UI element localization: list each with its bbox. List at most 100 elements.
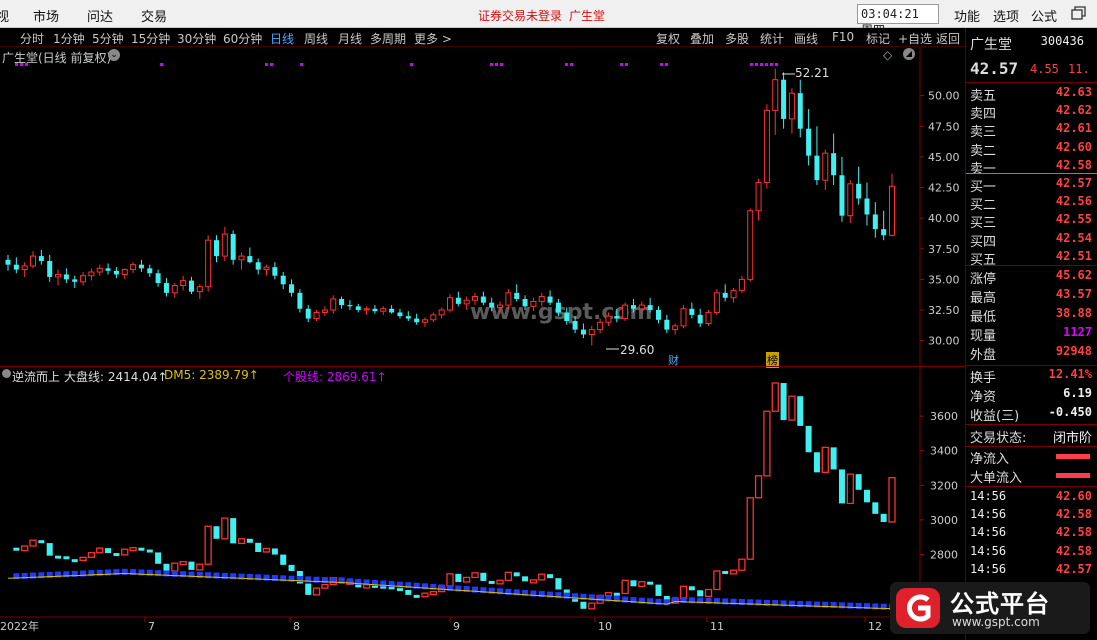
indicator-tick-label: 3400: [930, 445, 958, 458]
price-tick-label: 35.00: [928, 273, 960, 286]
indicator-bar: [547, 574, 554, 579]
menu-item-market[interactable]: 市场: [33, 6, 59, 25]
action-mark[interactable]: 标记: [866, 30, 890, 47]
indicator-bar: [604, 592, 613, 597]
candle-body: [881, 229, 887, 236]
action-f10[interactable]: F10: [832, 30, 854, 44]
order-book-value: 42.60: [1055, 139, 1092, 154]
indicator-line3: 个股线: 2869.61↑: [283, 370, 387, 384]
period-tab-daily[interactable]: 日线: [270, 30, 294, 47]
menu-item-wenda[interactable]: 问达: [87, 6, 113, 25]
signal-dot: [765, 63, 768, 66]
indicator-settings-icon[interactable]: [2, 369, 11, 378]
chevron-down-icon[interactable]: ⌄: [108, 49, 120, 61]
order-book-value: 42.55: [1055, 212, 1092, 227]
order-book-value: 42.63: [1055, 85, 1092, 99]
period-tab-multi[interactable]: 多周期: [370, 30, 406, 47]
high-price-marker: 52.21: [795, 66, 830, 80]
order-book-value: 42.62: [1055, 103, 1092, 118]
indicator-bar: [155, 552, 162, 564]
period-tab-30min[interactable]: 30分钟: [177, 30, 216, 47]
period-tab-60min[interactable]: 60分钟: [223, 30, 262, 47]
indicator-tick-label: 3200: [930, 479, 958, 492]
action-add-watchlist[interactable]: +自选: [898, 30, 932, 47]
action-multi-stock[interactable]: 多股: [725, 30, 749, 47]
indicator-bar: [312, 587, 321, 596]
candle-body: [38, 256, 44, 261]
signal-dot: [750, 63, 753, 66]
signal-dot: [490, 63, 493, 66]
tick-value: 42.58: [1055, 525, 1092, 540]
candle-body: [339, 298, 345, 306]
candle-body: [522, 298, 528, 307]
order-book-value: 42.61: [1055, 121, 1092, 136]
candle-body: [88, 271, 95, 277]
indicator-bar: [555, 578, 562, 590]
indicator-bar: [113, 553, 120, 557]
candle-body: [430, 314, 437, 321]
action-stats[interactable]: 统计: [760, 30, 784, 47]
action-overlay[interactable]: 叠加: [690, 30, 714, 47]
action-fuquan[interactable]: 复权: [656, 30, 680, 47]
period-tab-15min[interactable]: 15分钟: [131, 30, 170, 47]
price-tick-label: 45.00: [928, 151, 960, 164]
indicator-bar: [29, 539, 37, 547]
quote-stat-label: 最低: [970, 310, 997, 325]
net-inflow-bar: [1056, 454, 1090, 459]
candle-body: [47, 261, 53, 277]
quote-stat2-value: -0.450: [1048, 405, 1092, 419]
period-tab-5min[interactable]: 5分钟: [92, 30, 124, 47]
period-tab-more[interactable]: 更多 >: [414, 30, 452, 47]
period-tab-monthly[interactable]: 月线: [338, 30, 362, 47]
restore-window-icon[interactable]: [1068, 4, 1094, 24]
candle-body: [30, 255, 37, 267]
menu-item-options[interactable]: 选项: [993, 6, 1019, 25]
indicator-bar: [179, 560, 187, 566]
period-tab-1min[interactable]: 1分钟: [53, 30, 85, 47]
candle-body: [822, 152, 829, 181]
indicator-bar: [455, 573, 462, 583]
indicator-bar: [463, 576, 471, 583]
login-alert[interactable]: 证券交易未登录: [478, 7, 562, 24]
period-tab-weekly[interactable]: 周线: [304, 30, 328, 47]
indicator-name[interactable]: 逆流而上: [12, 368, 60, 385]
signal-dot: [660, 63, 663, 66]
period-tab-fenshi[interactable]: 分时: [20, 30, 44, 47]
tick-row: 14:56 42.57: [970, 562, 1094, 580]
indicator-bar: [780, 383, 787, 421]
menu-item-trade[interactable]: 交易: [141, 6, 167, 25]
indicator-bar: [105, 548, 112, 554]
indicator-bar: [504, 571, 513, 581]
candle-body: [697, 314, 703, 324]
indicator-bar: [204, 525, 212, 565]
indicator-bar: [588, 602, 596, 610]
candle-body: [797, 93, 803, 129]
indicator-bar: [221, 517, 229, 540]
price-tick-label: 37.50: [928, 243, 960, 256]
candle-body: [55, 273, 62, 278]
candle-body: [580, 329, 586, 335]
indicator-line1: 大盘线: 2414.04↑: [64, 370, 168, 384]
diamond-icon[interactable]: ◇: [883, 48, 892, 62]
indicator-tick-label: 3600: [930, 410, 958, 423]
price-tick-label: 42.50: [928, 182, 960, 195]
kline-chart[interactable]: www.gspt.com 30.0032.5035.0037.5040.0042…: [0, 47, 965, 640]
candle-body: [280, 275, 286, 285]
indicator-bar: [880, 513, 887, 522]
candle-body: [856, 183, 862, 199]
menu-item-formula[interactable]: 公式: [1031, 6, 1057, 25]
indicator-bar: [855, 474, 862, 490]
panel-stock-name: 广生堂: [970, 37, 1012, 53]
menu-item-function[interactable]: 功能: [954, 6, 980, 25]
action-draw[interactable]: 画线: [794, 30, 818, 47]
expand-icon[interactable]: ◢: [903, 48, 915, 60]
menu-item-view[interactable]: 视: [0, 6, 9, 25]
signal-dot: [770, 63, 773, 66]
action-back[interactable]: 返回: [936, 30, 960, 47]
big-inflow-label: 大单流入: [970, 471, 1023, 486]
candle-body: [421, 319, 428, 323]
indicator-bar: [771, 382, 779, 412]
candle-body: [547, 296, 553, 303]
indicator-bar: [797, 396, 804, 426]
indicator-bar: [729, 569, 738, 575]
